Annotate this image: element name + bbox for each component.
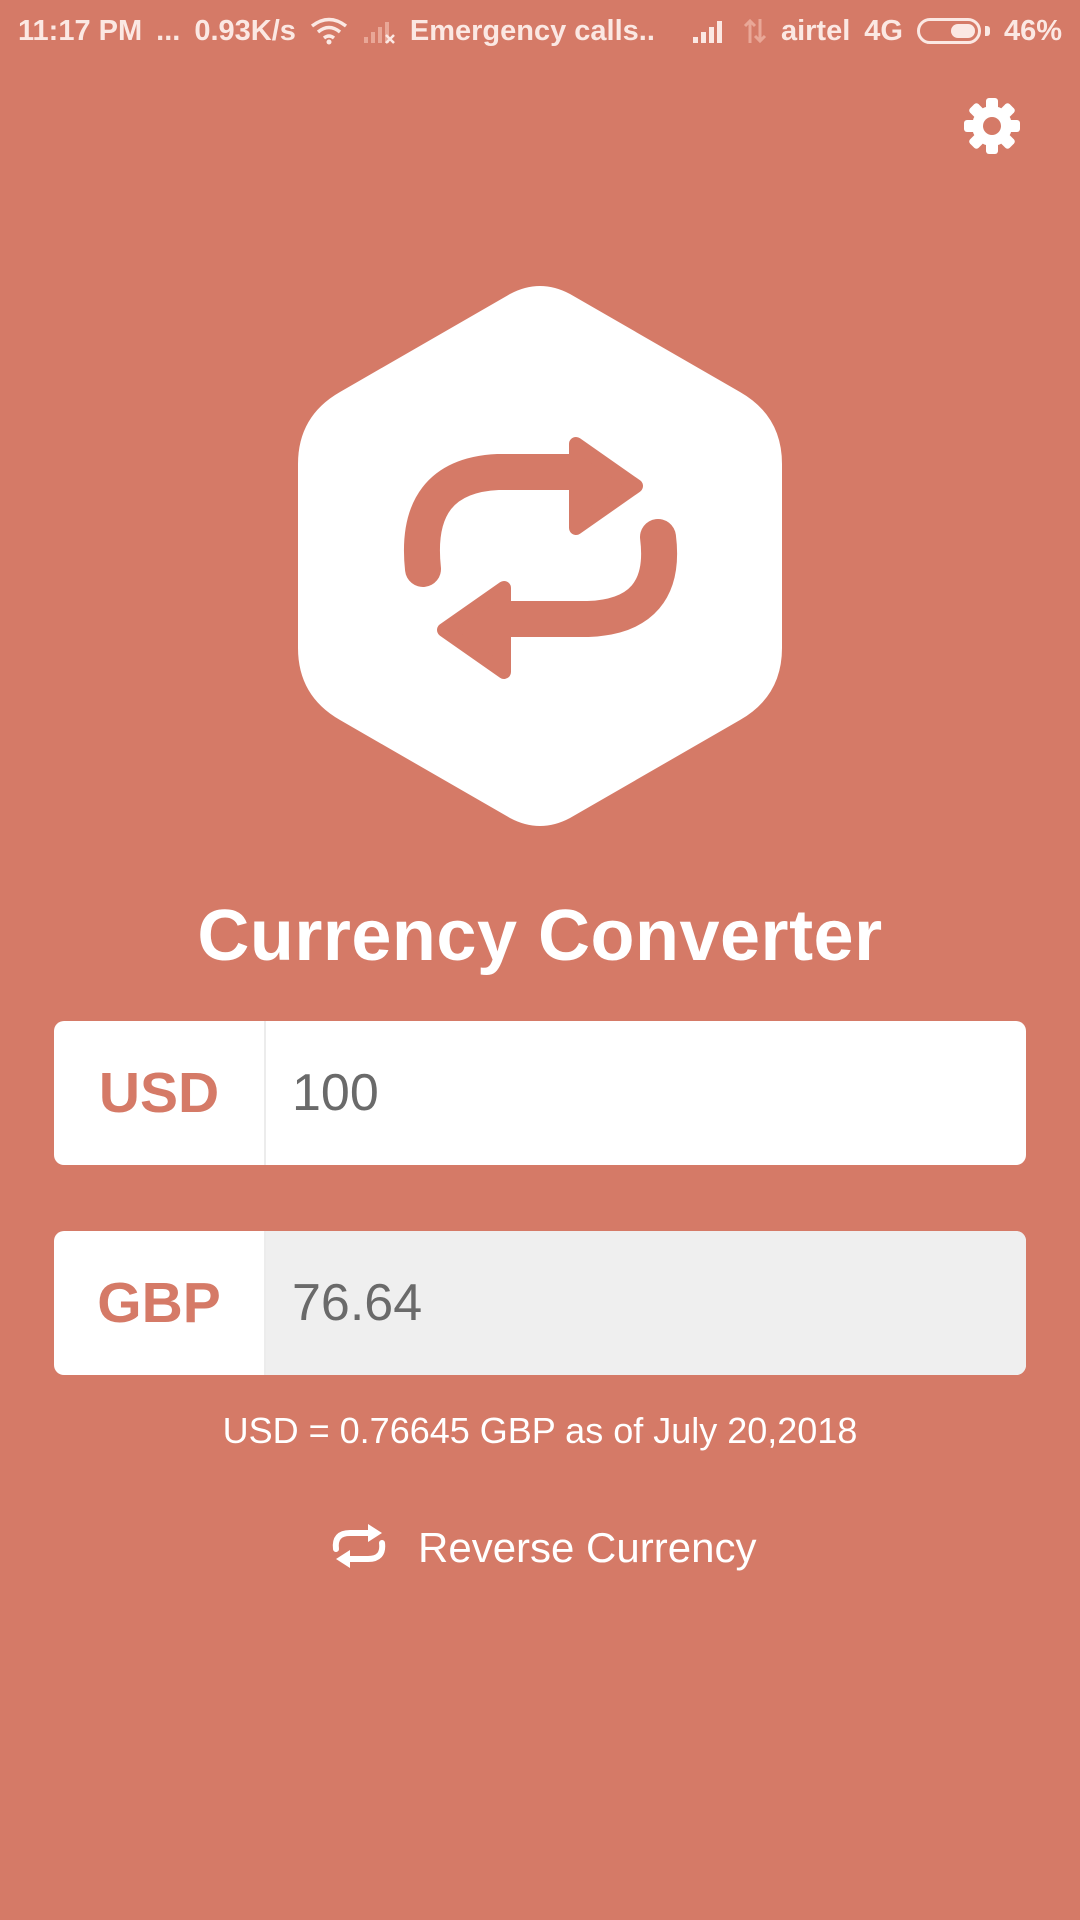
to-currency-row: GBP 76.64	[54, 1231, 1026, 1375]
reverse-currency-label: Reverse Currency	[418, 1524, 757, 1571]
status-bar-right: airtel 4G 46%	[691, 15, 1062, 48]
repeat-icon	[330, 1521, 388, 1576]
carrier-name: airtel	[780, 14, 851, 47]
exchange-arrows-icon	[298, 286, 782, 826]
from-amount-input[interactable]: 100	[266, 1021, 1026, 1165]
network-type: 4G	[864, 14, 903, 47]
status-bar: 11:17 PM ... 0.93K/s Emergency calls.. a…	[0, 0, 1080, 62]
to-amount-output: 76.64	[266, 1231, 1026, 1375]
status-bar-left: 11:17 PM ... 0.93K/s Emergency calls..	[18, 15, 655, 48]
emergency-calls-text: Emergency calls..	[409, 14, 655, 47]
battery-percent: 46%	[1003, 14, 1062, 47]
from-currency-row: USD 100	[54, 1021, 1026, 1165]
no-signal-icon	[362, 17, 396, 45]
data-transfer-icon	[743, 17, 767, 45]
gear-icon[interactable]	[962, 96, 1022, 156]
wifi-icon	[310, 17, 348, 45]
network-speed: 0.93K/s	[194, 14, 296, 47]
app-title: Currency Converter	[197, 896, 883, 976]
from-currency-selector[interactable]: USD	[54, 1021, 266, 1165]
to-currency-selector[interactable]: GBP	[54, 1231, 266, 1375]
signal-icon	[691, 17, 729, 45]
clock: 11:17 PM	[18, 14, 143, 47]
logo	[298, 286, 782, 826]
reverse-currency-button[interactable]: Reverse Currency	[330, 1516, 756, 1580]
battery-icon	[916, 18, 990, 44]
battery-level	[950, 24, 975, 38]
more-dots: ...	[156, 14, 181, 47]
exchange-rate-text: USD = 0.76645 GBP as of July 20,2018	[222, 1410, 858, 1451]
